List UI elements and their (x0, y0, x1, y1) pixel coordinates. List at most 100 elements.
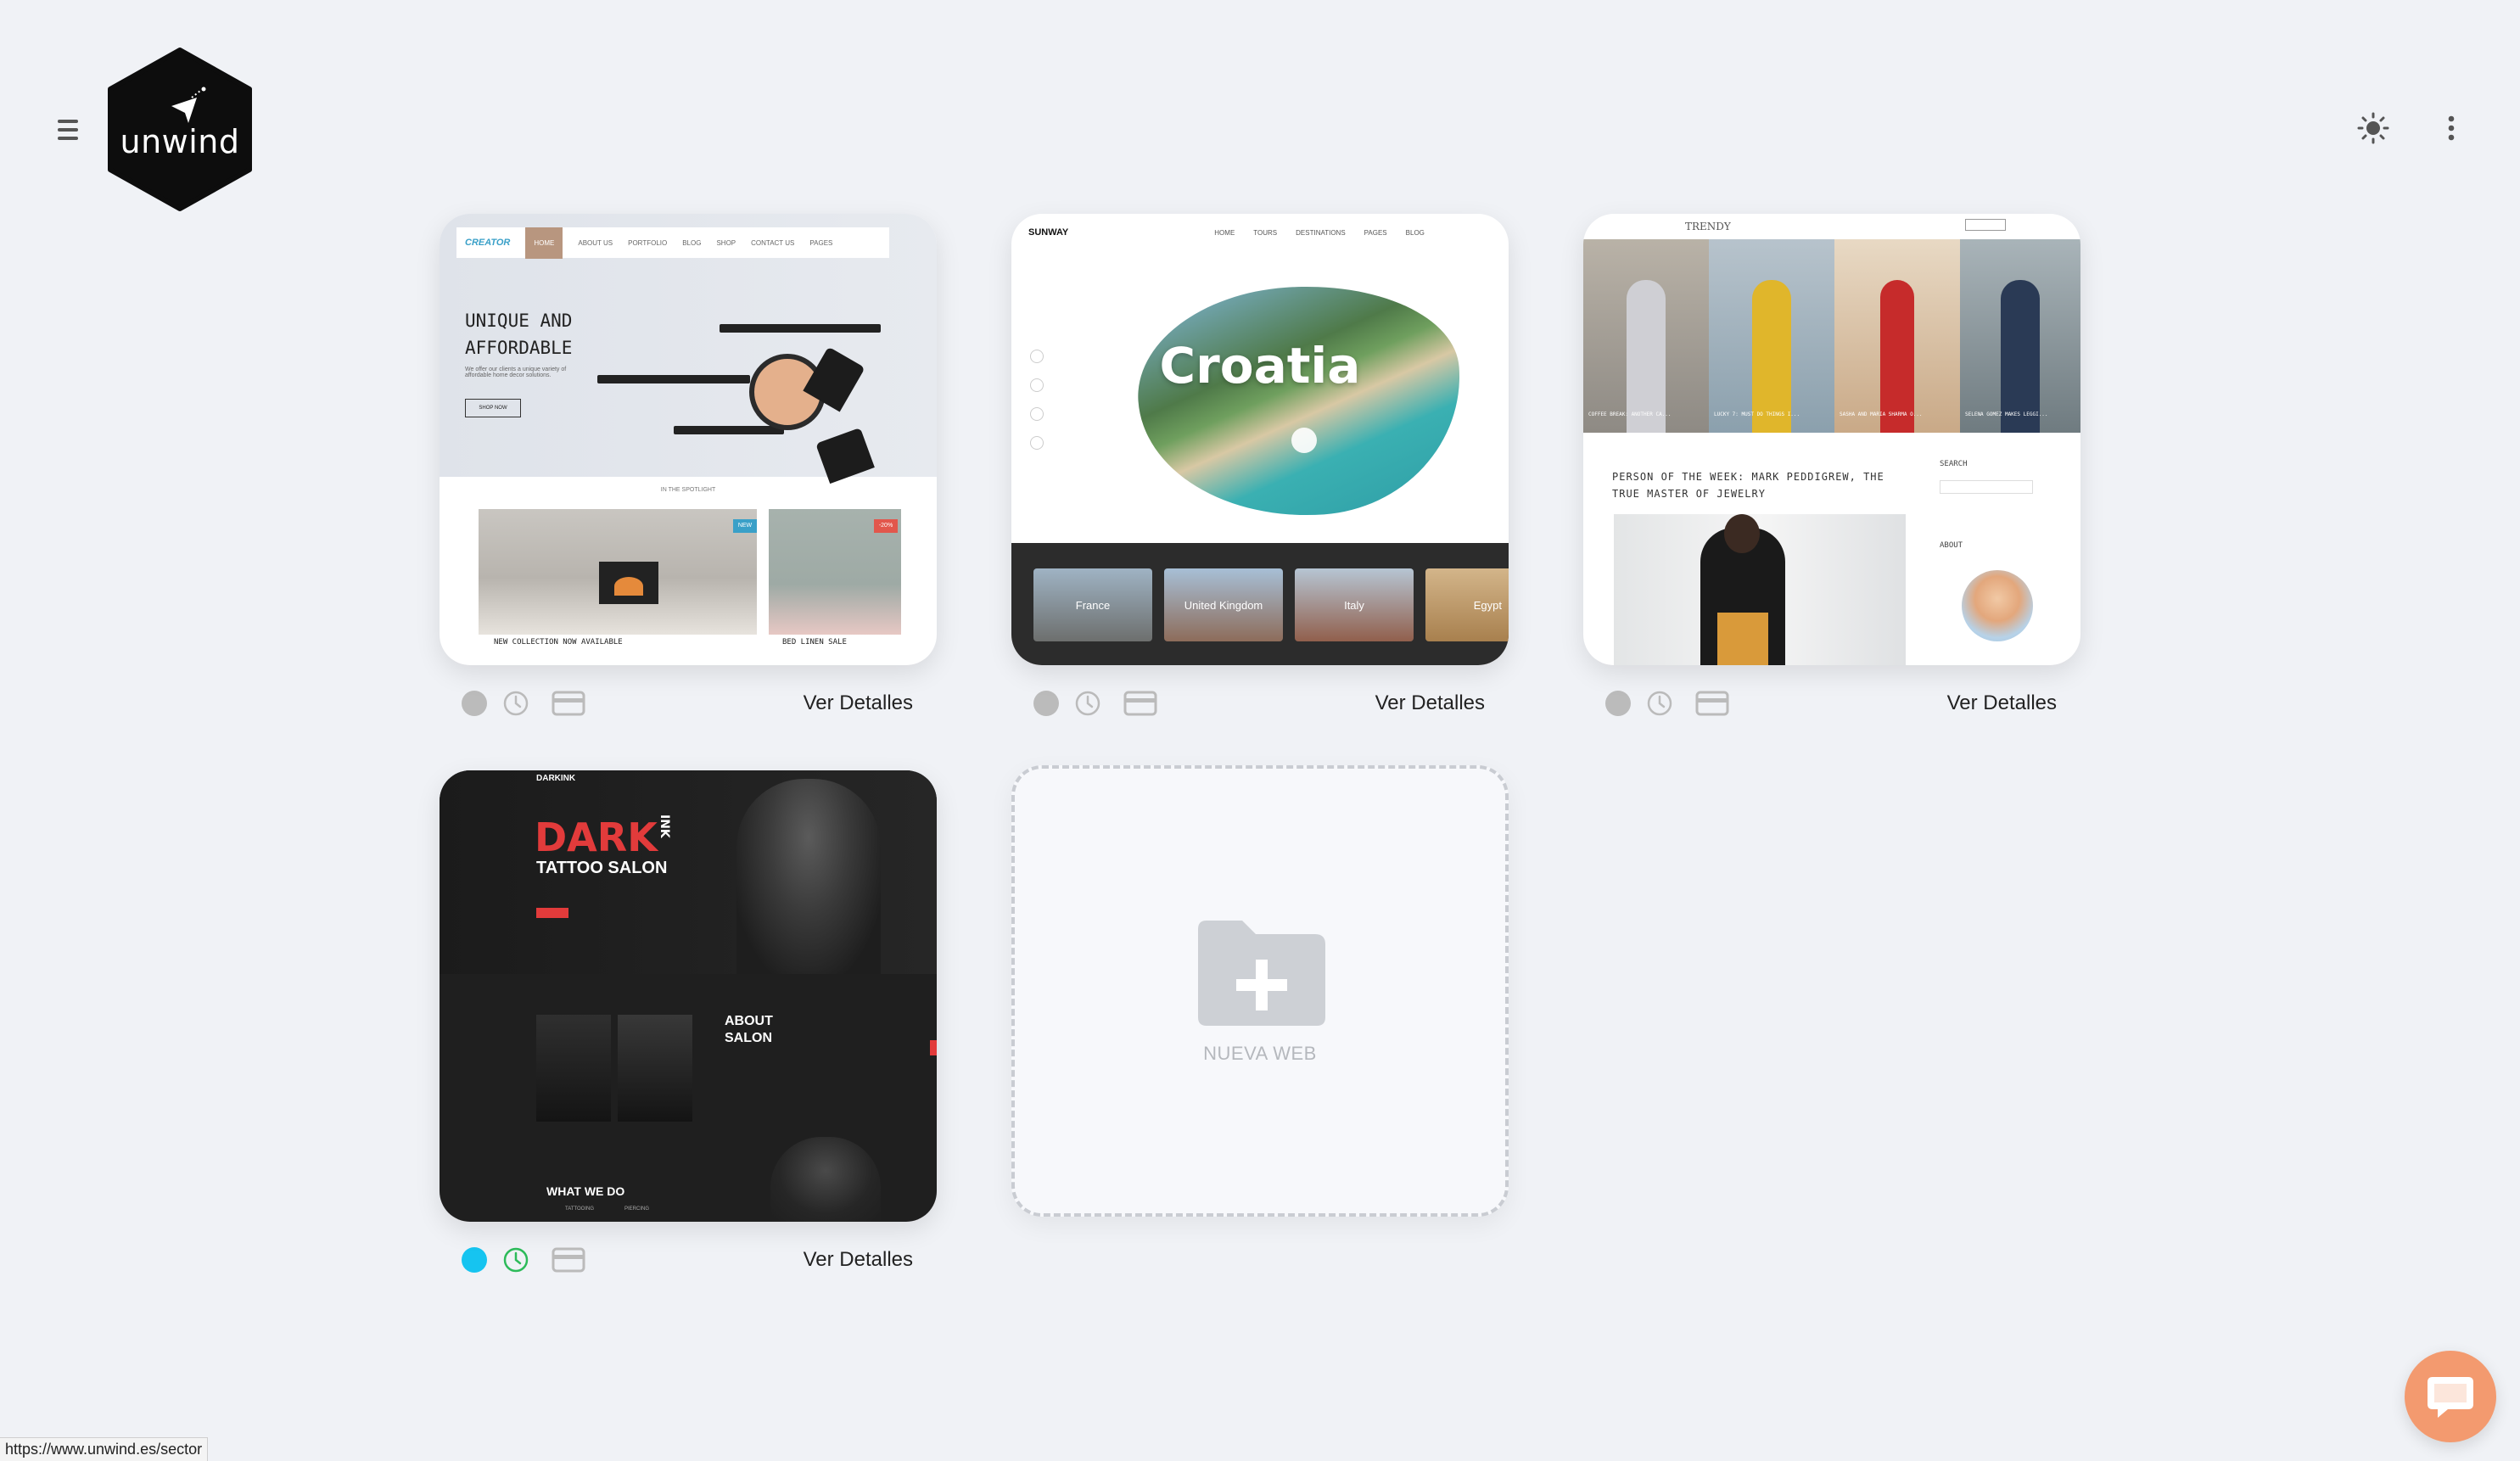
thumb-brand: DARKINK (536, 774, 576, 783)
status-dot (462, 1247, 487, 1273)
folder-plus-icon (1198, 921, 1325, 1026)
thumb-subtitle: TATTOO SALON (536, 859, 668, 877)
thumb-photo-caption: COFFEE BREAK: ANOTHER CA... (1588, 411, 1672, 417)
thumb-tattoo-photo (770, 1137, 881, 1222)
thumb-about: ABOUT SALON (725, 1013, 792, 1047)
thumb-tattoo-artist (736, 779, 881, 974)
status-bar-url: https://www.unwind.es/sector (0, 1437, 209, 1461)
thumb-destination: United Kingdom (1164, 568, 1283, 641)
thumb-badge-sale: -20% (874, 519, 898, 533)
thumb-caption: BED LINEN SALE (782, 638, 847, 647)
thumb-what-we-do: WHAT WE DO (546, 1184, 625, 1198)
chat-bubble-icon (2428, 1377, 2473, 1418)
thumb-brand: SUNWAY (1028, 227, 1069, 238)
thumb-shelf (674, 426, 784, 434)
more-options-button[interactable] (2433, 110, 2469, 146)
thumb-nav-item: HOME (1214, 228, 1235, 237)
thumb-nav: SUNWAY HOME TOURS DESTINATIONS PAGES BLO… (1011, 214, 1509, 251)
card-footer: Ver Detalles (440, 665, 937, 742)
credit-card-icon (1123, 691, 1157, 716)
thumb-photo-caption: SASHA AND MARIA SHARMA O... (1840, 411, 1923, 417)
card-footer: Ver Detalles (1583, 665, 2080, 742)
thumb-person-pants (1717, 613, 1768, 665)
site-card-sunway: SUNWAY HOME TOURS DESTINATIONS PAGES BLO… (1011, 214, 1509, 742)
view-details-link[interactable]: Ver Detalles (804, 691, 913, 715)
chat-button[interactable] (2405, 1351, 2496, 1442)
hamburger-icon (58, 119, 78, 123)
sun-icon (2357, 112, 2389, 144)
thumb-photo-caption: LUCKY 7: MUST DO THINGS I... (1714, 411, 1800, 417)
thumb-destination: Egypt (1425, 568, 1509, 641)
hamburger-line (58, 127, 78, 132)
site-card-trendy: TRENDY COFFEE BREAK: ANOTHER CA... LUCKY… (1583, 214, 2080, 742)
card-footer: Ver Detalles (440, 1222, 937, 1298)
view-details-link[interactable]: Ver Detalles (1375, 691, 1485, 715)
thumb-person (1880, 280, 1914, 433)
status-dot (1605, 691, 1631, 716)
thumb-photo (536, 1015, 611, 1122)
thumb-about-title: ABOUT SALON (725, 1014, 773, 1045)
site-thumbnail-darkink[interactable]: DARKINK DARKINK TATTOO SALON ABOUT SALON… (440, 770, 937, 1222)
hamburger-menu-button[interactable] (51, 113, 85, 147)
new-web-card[interactable]: NUEVA WEB (1011, 765, 1509, 1217)
site-thumbnail-creator[interactable]: CREATOR HOME ABOUT US PORTFOLIO BLOG SHO… (440, 214, 937, 665)
thumb-badge-new: NEW (733, 519, 757, 533)
thumb-brand: CREATOR (465, 238, 511, 248)
thumb-dark-title: DARKINK (535, 814, 671, 860)
thumb-caption: NEW COLLECTION NOW AVAILABLE (494, 638, 623, 647)
play-icon (1291, 428, 1317, 453)
thumb-nav-item: ABOUT US (578, 238, 613, 247)
thumb-subscribe-button (1965, 219, 2006, 231)
thumb-photo (618, 1015, 692, 1122)
thumb-shelf (597, 375, 750, 383)
credit-card-icon (552, 1247, 585, 1273)
thumb-headline: PERSON OF THE WEEK: MARK PEDDIGREW, THE … (1612, 471, 1884, 500)
thumb-service: PIERCING (624, 1206, 650, 1212)
thumb-ink-word: INK (657, 814, 671, 838)
thumb-nav: CREATOR HOME ABOUT US PORTFOLIO BLOG SHO… (456, 227, 889, 259)
thumb-photo: SELENA GOMEZ MAKES LEGGI... (1960, 239, 2080, 433)
thumb-spotlight: IN THE SPOTLIGHT (660, 487, 716, 493)
site-thumbnail-trendy[interactable]: TRENDY COFFEE BREAK: ANOTHER CA... LUCKY… (1583, 214, 2080, 665)
thumb-blurb: We offer our clients a unique variety of… (465, 367, 567, 378)
thumb-hero-image (1131, 276, 1469, 527)
thumb-person (1627, 280, 1666, 433)
thumb-shelf (720, 324, 881, 333)
view-details-link[interactable]: Ver Detalles (1947, 691, 2057, 715)
thumb-destination: France (1033, 568, 1152, 641)
thumb-photo-caption: SELENA GOMEZ MAKES LEGGI... (1965, 411, 2048, 417)
social-icon (1030, 436, 1044, 450)
thumb-headline-line: AFFORDABLE (465, 338, 573, 358)
thumb-about-label: ABOUT (1940, 541, 1963, 550)
thumb-nav-item: BLOG (1405, 228, 1425, 237)
thumb-photo: SASHA AND MARIA SHARMA O... (1834, 239, 1960, 433)
thumb-nav-item: PORTFOLIO (628, 238, 668, 247)
thumb-nav-item: TOURS (1253, 228, 1278, 237)
clock-icon (1075, 691, 1100, 716)
thumb-person-head (1724, 514, 1760, 553)
view-details-link[interactable]: Ver Detalles (804, 1248, 913, 1272)
new-web-label: NUEVA WEB (1203, 1043, 1317, 1064)
thumb-photo: COFFEE BREAK: ANOTHER CA... (1583, 239, 1709, 433)
thumb-headline-line: UNIQUE AND (465, 311, 573, 331)
thumb-brand: TRENDY (1685, 221, 1731, 232)
thumb-title: Croatia (1159, 337, 1361, 395)
unwind-logo[interactable]: unwind (104, 47, 256, 212)
social-icon (1030, 407, 1044, 421)
site-thumbnail-sunway[interactable]: SUNWAY HOME TOURS DESTINATIONS PAGES BLO… (1011, 214, 1509, 665)
thumb-nav-item: HOME (525, 227, 563, 259)
site-card-darkink: DARKINK DARKINK TATTOO SALON ABOUT SALON… (440, 770, 937, 1298)
status-dot (462, 691, 487, 716)
site-card-creator: CREATOR HOME ABOUT US PORTFOLIO BLOG SHO… (440, 214, 937, 742)
thumb-headline: UNIQUE AND AFFORDABLE (465, 307, 572, 361)
credit-card-icon (552, 691, 585, 716)
theme-toggle-button[interactable] (2355, 110, 2391, 146)
kebab-menu-icon (2448, 115, 2455, 141)
clock-icon (503, 1247, 529, 1273)
thumb-fireplace (599, 562, 658, 604)
thumb-search-label: SEARCH (1940, 460, 1968, 468)
thumb-services: TATTOOING PIERCING (565, 1206, 649, 1212)
thumb-nav-item: SHOP (716, 238, 736, 247)
thumb-person (1752, 280, 1791, 433)
thumb-nav-item: DESTINATIONS (1296, 228, 1346, 237)
